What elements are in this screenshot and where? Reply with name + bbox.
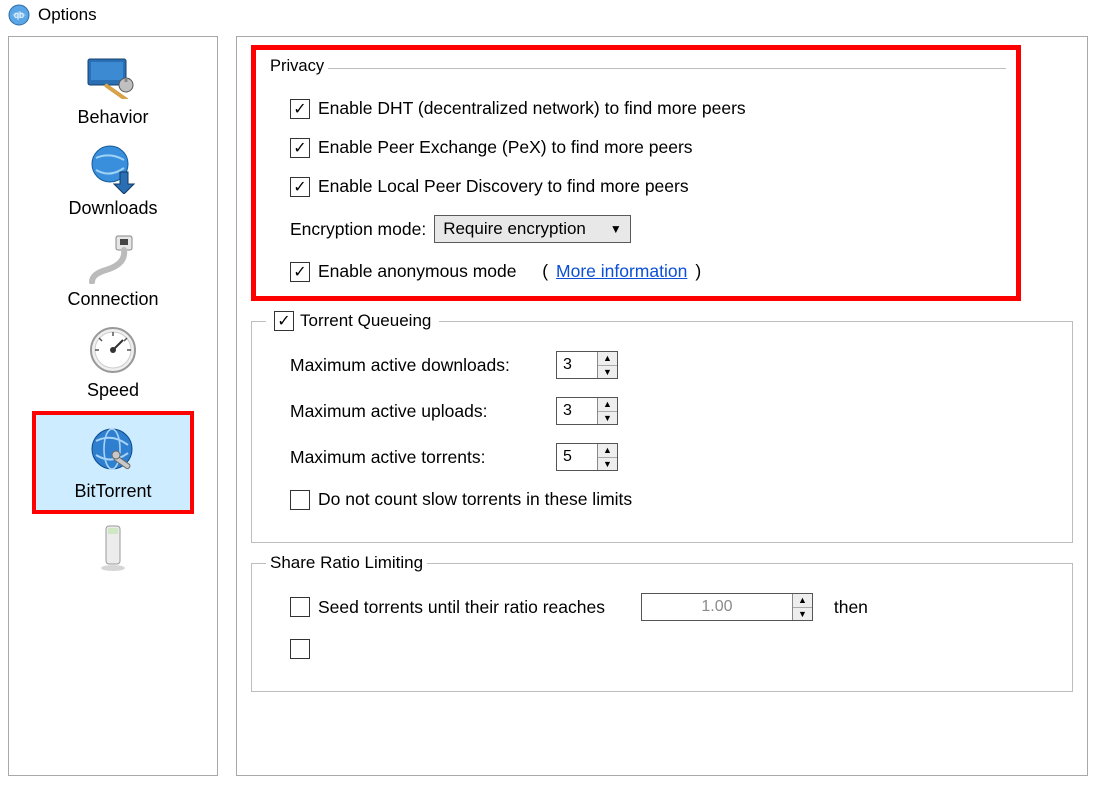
max-dl-input[interactable] [557,352,597,378]
device-column-icon [81,520,145,576]
sidebar-item-label: Connection [67,289,158,310]
seed-ratio-spinner[interactable]: ▲▼ [641,593,813,621]
spin-up-icon[interactable]: ▲ [598,398,617,412]
encryption-label: Encryption mode: [290,219,426,240]
seed-until-checkbox[interactable]: ✓ [290,597,310,617]
sidebar-item-bittorrent[interactable]: BitTorrent [38,417,188,508]
max-act-input[interactable] [557,444,597,470]
spin-down-icon[interactable]: ▼ [793,608,812,621]
partial-checkbox[interactable]: ✓ [290,639,310,659]
encryption-mode-select[interactable]: Require encryption ▼ [434,215,631,243]
window-title: Options [38,5,97,25]
app-icon: qb [8,4,30,26]
options-main-panel: Privacy ✓ Enable DHT (decentralized netw… [236,36,1088,776]
spin-down-icon[interactable]: ▼ [598,458,617,471]
spin-down-icon[interactable]: ▼ [598,366,617,379]
seed-until-label: Seed torrents until their ratio reaches [318,597,605,618]
seed-ratio-input[interactable] [642,594,792,620]
svg-text:qb: qb [14,10,24,20]
paren-open: ( [542,261,548,282]
sidebar-item-connection[interactable]: Connection [38,225,188,316]
gauge-icon [81,322,145,378]
sidebar-item-label: Speed [87,380,139,401]
max-dl-spinner[interactable]: ▲▼ [556,351,618,379]
lpd-label: Enable Local Peer Discovery to find more… [318,176,689,197]
sidebar-item-webui[interactable] [38,514,188,582]
pex-label: Enable Peer Exchange (PeX) to find more … [318,137,693,158]
sidebar-item-downloads[interactable]: Downloads [38,134,188,225]
sidebar-item-label: Behavior [77,107,148,128]
pex-checkbox[interactable]: ✓ [290,138,310,158]
privacy-group-title: Privacy [266,57,328,76]
max-act-spinner[interactable]: ▲▼ [556,443,618,471]
max-dl-label: Maximum active downloads: [290,355,548,376]
share-ratio-group: Share Ratio Limiting ✓ Seed torrents unt… [251,553,1073,692]
globe-wrench-icon [81,423,145,479]
max-act-label: Maximum active torrents: [290,447,548,468]
max-ul-label: Maximum active uploads: [290,401,548,422]
dht-checkbox[interactable]: ✓ [290,99,310,119]
options-sidebar: Behavior Downloads Connection [8,36,218,776]
anonymous-label: Enable anonymous mode [318,261,516,282]
sidebar-highlight: BitTorrent [32,411,194,514]
dht-label: Enable DHT (decentralized network) to fi… [318,98,746,119]
ethernet-plug-icon [81,231,145,287]
chevron-down-icon: ▼ [610,222,622,236]
queueing-group: ✓ Torrent Queueing Maximum active downlo… [251,311,1073,543]
no-slow-checkbox[interactable]: ✓ [290,490,310,510]
share-ratio-title: Share Ratio Limiting [266,553,427,573]
seed-then-label: then [834,597,868,618]
sidebar-item-behavior[interactable]: Behavior [38,43,188,134]
queueing-enable-checkbox[interactable]: ✓ [274,311,294,331]
sidebar-item-label: BitTorrent [74,481,151,502]
more-information-link[interactable]: More information [556,261,687,282]
privacy-highlight-box: Privacy ✓ Enable DHT (decentralized netw… [251,45,1021,301]
display-tools-icon [81,49,145,105]
anonymous-checkbox[interactable]: ✓ [290,262,310,282]
queueing-title: Torrent Queueing [300,311,431,331]
encryption-mode-value: Require encryption [443,219,586,239]
paren-close: ) [695,261,701,282]
spin-up-icon[interactable]: ▲ [793,594,812,608]
no-slow-label: Do not count slow torrents in these limi… [318,489,632,510]
max-ul-input[interactable] [557,398,597,424]
spin-down-icon[interactable]: ▼ [598,412,617,425]
sidebar-item-label: Downloads [68,198,157,219]
spin-up-icon[interactable]: ▲ [598,352,617,366]
sidebar-item-speed[interactable]: Speed [38,316,188,407]
lpd-checkbox[interactable]: ✓ [290,177,310,197]
globe-down-icon [81,140,145,196]
max-ul-spinner[interactable]: ▲▼ [556,397,618,425]
spin-up-icon[interactable]: ▲ [598,444,617,458]
